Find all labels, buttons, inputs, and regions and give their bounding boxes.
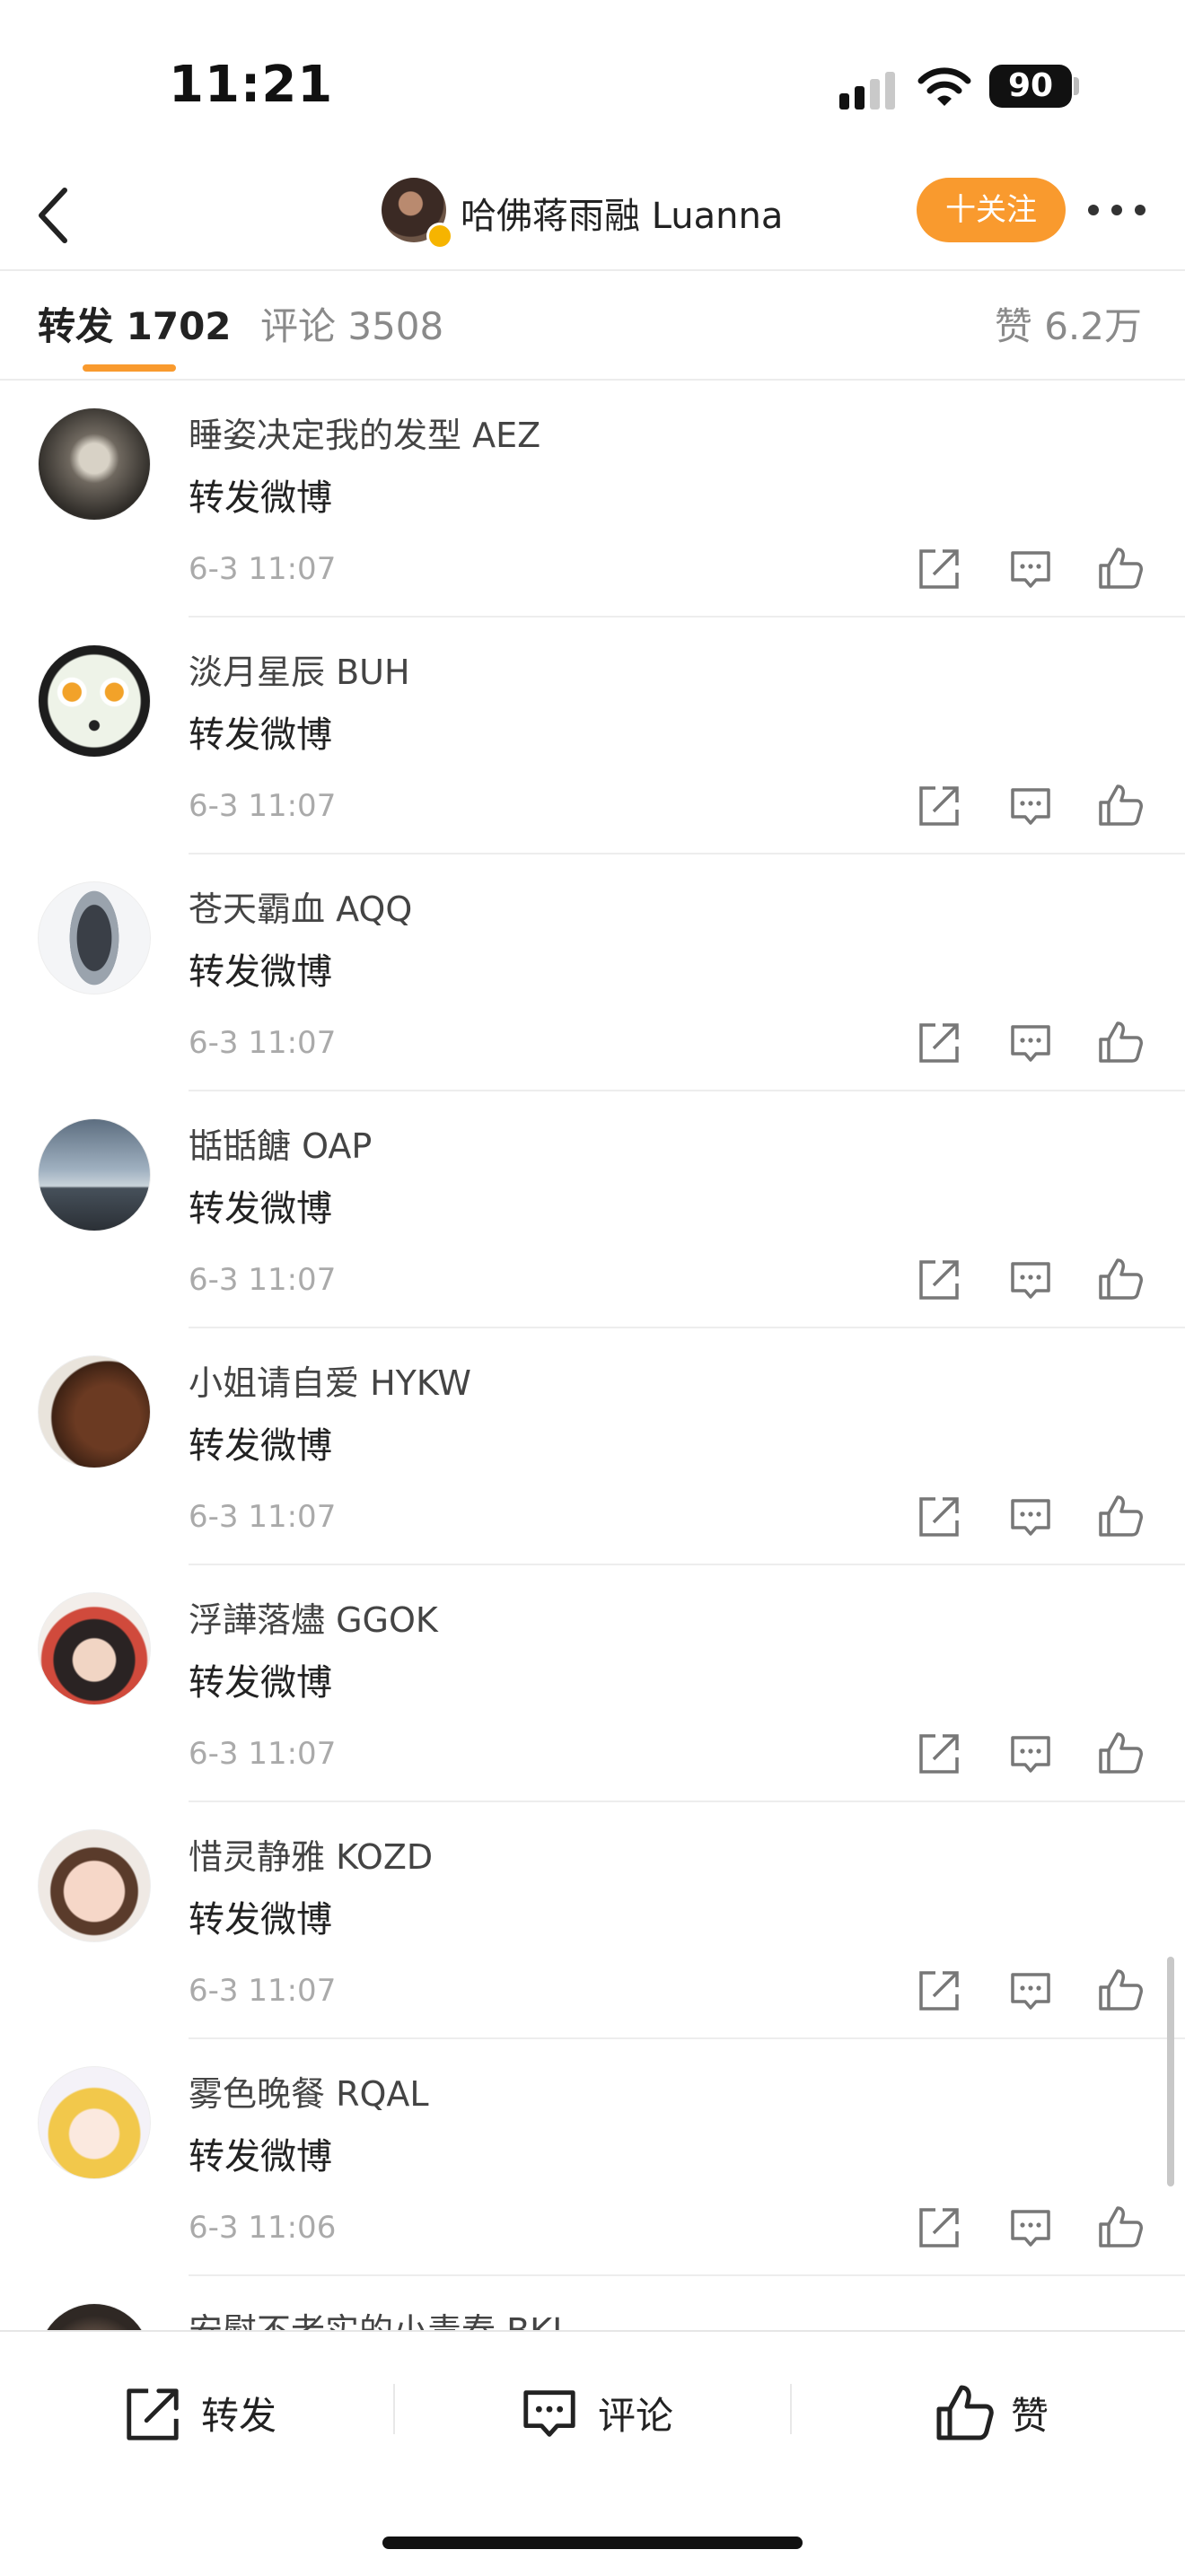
- timestamp: 6-3 11:07: [189, 1736, 337, 1772]
- comment-icon[interactable]: [1005, 1492, 1056, 1542]
- list-item[interactable]: 甛甛餹 OAP 转发微博 6-3 11:07: [0, 1091, 1185, 1328]
- timestamp: 6-3 11:07: [189, 788, 337, 824]
- user-name[interactable]: 睡姿决定我的发型 AEZ: [189, 407, 540, 457]
- repost-content: 转发微博: [189, 1899, 332, 1941]
- share-icon[interactable]: [914, 544, 964, 594]
- thumbs-up-icon[interactable]: [1095, 1255, 1146, 1305]
- like-label: 赞: [1011, 2394, 1049, 2438]
- thumbs-up-icon[interactable]: [1095, 1018, 1146, 1068]
- comment-icon[interactable]: [1005, 1966, 1056, 2016]
- status-bar: 11:21 90: [0, 0, 1185, 162]
- repost-button[interactable]: 转发: [122, 2377, 284, 2449]
- nav-bar: 哈佛蒋雨融 Luanna 十关注: [0, 162, 1185, 271]
- comment-label: 评论: [598, 2394, 674, 2438]
- list-item[interactable]: 淡月星辰 BUH 转发微博 6-3 11:07: [0, 618, 1185, 854]
- avatar[interactable]: [38, 1355, 151, 1468]
- divider: [790, 2384, 792, 2434]
- comment-icon[interactable]: [1005, 1255, 1056, 1305]
- user-name[interactable]: 安慰不老实的小毒春 BKJ: [189, 2303, 562, 2330]
- repost-label: 转发: [201, 2394, 277, 2438]
- repost-content: 转发微博: [189, 2136, 332, 2177]
- tab-like[interactable]: 赞 6.2万: [995, 296, 1142, 351]
- share-icon[interactable]: [914, 1966, 964, 2016]
- thumbs-up-icon[interactable]: [1095, 1729, 1146, 1779]
- avatar[interactable]: [38, 407, 151, 521]
- battery-level: 90: [989, 65, 1072, 108]
- list-item[interactable]: 苍天霸血 AQQ 转发微博 6-3 11:07: [0, 854, 1185, 1091]
- share-icon[interactable]: [914, 1729, 964, 1779]
- user-name[interactable]: 甛甛餹 OAP: [189, 1118, 372, 1168]
- avatar[interactable]: [38, 1829, 151, 1942]
- verified-badge-icon: [426, 223, 453, 250]
- list-item[interactable]: 雾色晚餐 RQAL 转发微博 6-3 11:06: [0, 2039, 1185, 2276]
- avatar[interactable]: [38, 1592, 151, 1705]
- like-button[interactable]: 赞: [934, 2377, 1059, 2449]
- repost-list: 睡姿决定我的发型 AEZ 转发微博 6-3 11:07 淡月星辰 BUH 转发微…: [0, 381, 1185, 2330]
- profile-name[interactable]: 哈佛蒋雨融 Luanna: [461, 187, 783, 239]
- home-indicator[interactable]: [382, 2537, 803, 2549]
- comment-icon[interactable]: [1005, 1729, 1056, 1779]
- status-time: 11:21: [169, 56, 334, 114]
- repost-content: 转发微博: [189, 1425, 332, 1467]
- list-item[interactable]: 睡姿决定我的发型 AEZ 转发微博 6-3 11:07: [0, 381, 1185, 618]
- user-name[interactable]: 小姐请自爱 HYKW: [189, 1355, 471, 1405]
- active-tab-indicator: [83, 364, 176, 372]
- user-name[interactable]: 浮譁落燼 GGOK: [189, 1592, 438, 1642]
- user-name[interactable]: 惜灵静雅 KOZD: [189, 1829, 433, 1879]
- repost-content: 转发微博: [189, 478, 332, 519]
- bottom-action-bar: 转发 评论 赞: [0, 2330, 1185, 2576]
- share-icon[interactable]: [914, 2203, 964, 2253]
- more-icon[interactable]: [1084, 199, 1149, 221]
- comment-icon: [523, 2390, 575, 2437]
- list-item[interactable]: 小姐请自爱 HYKW 转发微博 6-3 11:07: [0, 1328, 1185, 1565]
- thumbs-up-icon: [936, 2385, 994, 2440]
- tab-bar: 转发 1702 评论 3508 赞 6.2万: [0, 271, 1185, 381]
- avatar[interactable]: [38, 2066, 151, 2179]
- share-icon[interactable]: [914, 1492, 964, 1542]
- avatar[interactable]: [38, 644, 151, 758]
- thumbs-up-icon[interactable]: [1095, 2203, 1146, 2253]
- thumbs-up-icon[interactable]: [1095, 1492, 1146, 1542]
- repost-content: 转发微博: [189, 1662, 332, 1704]
- user-name[interactable]: 雾色晚餐 RQAL: [189, 2066, 429, 2116]
- repost-content: 转发微博: [189, 951, 332, 993]
- user-name[interactable]: 苍天霸血 AQQ: [189, 881, 412, 931]
- list-item[interactable]: 浮譁落燼 GGOK 转发微博 6-3 11:07: [0, 1565, 1185, 1802]
- thumbs-up-icon[interactable]: [1095, 781, 1146, 831]
- comment-icon[interactable]: [1005, 544, 1056, 594]
- follow-button[interactable]: 十关注: [917, 178, 1066, 242]
- list-item[interactable]: 安慰不老实的小毒春 BKJ: [0, 2276, 1185, 2330]
- back-arrow-icon[interactable]: [25, 180, 79, 251]
- comment-icon[interactable]: [1005, 1018, 1056, 1068]
- list-item[interactable]: 惜灵静雅 KOZD 转发微博 6-3 11:07: [0, 1802, 1185, 2039]
- comment-button[interactable]: 评论: [519, 2377, 680, 2449]
- comment-icon[interactable]: [1005, 2203, 1056, 2253]
- battery-cap: [1074, 77, 1079, 95]
- timestamp: 6-3 11:06: [189, 2210, 337, 2246]
- thumbs-up-icon[interactable]: [1095, 544, 1146, 594]
- wifi-icon: [917, 67, 971, 106]
- thumbs-up-icon[interactable]: [1095, 1966, 1146, 2016]
- tab-repost[interactable]: 转发 1702: [38, 296, 232, 351]
- timestamp: 6-3 11:07: [189, 1025, 337, 1061]
- avatar[interactable]: [38, 2303, 151, 2330]
- timestamp: 6-3 11:07: [189, 1973, 337, 2009]
- repost-content: 转发微博: [189, 714, 332, 756]
- avatar[interactable]: [38, 881, 151, 994]
- share-icon: [127, 2388, 179, 2440]
- tab-comment[interactable]: 评论 3508: [260, 296, 443, 351]
- share-icon[interactable]: [914, 1018, 964, 1068]
- comment-icon[interactable]: [1005, 781, 1056, 831]
- scrollbar[interactable]: [1167, 1957, 1174, 2186]
- timestamp: 6-3 11:07: [189, 1262, 337, 1298]
- timestamp: 6-3 11:07: [189, 1499, 337, 1535]
- avatar[interactable]: [38, 1118, 151, 1231]
- user-name[interactable]: 淡月星辰 BUH: [189, 644, 410, 694]
- timestamp: 6-3 11:07: [189, 551, 337, 587]
- divider: [393, 2384, 395, 2434]
- share-icon[interactable]: [914, 781, 964, 831]
- cellular-signal-icon: [839, 70, 900, 110]
- repost-content: 转发微博: [189, 1188, 332, 1230]
- share-icon[interactable]: [914, 1255, 964, 1305]
